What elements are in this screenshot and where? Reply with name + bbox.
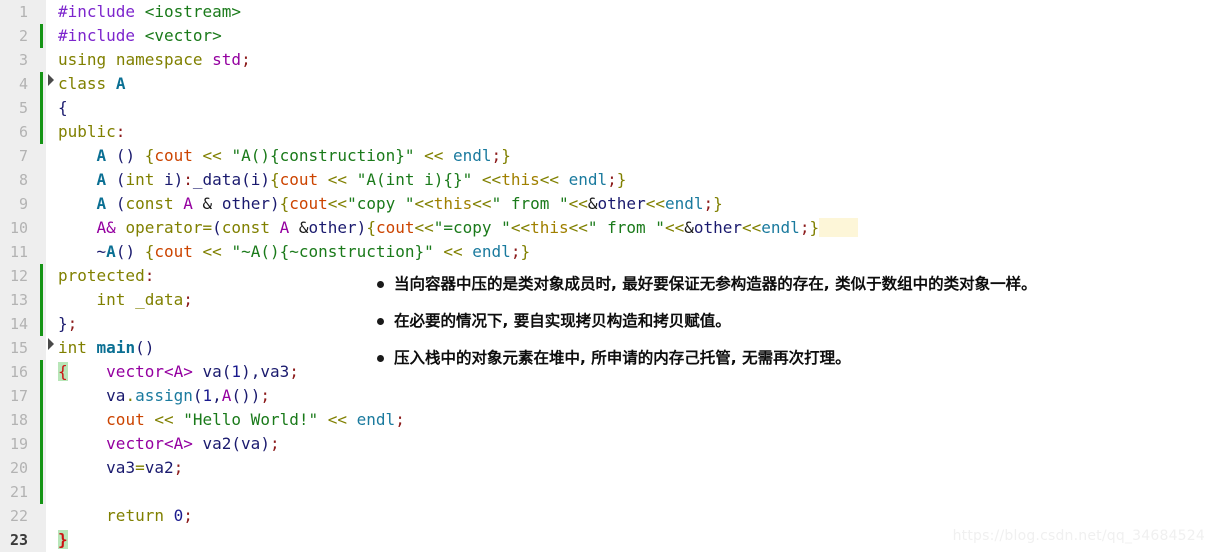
code-line-23[interactable]: } (58, 528, 68, 552)
gutter-row: 16 (0, 360, 58, 384)
code-line-2[interactable]: #include <vector> (58, 24, 222, 48)
gutter-row: 17 (0, 384, 58, 408)
bullet-dot-icon (377, 355, 384, 362)
gutter-row: 1 (0, 0, 58, 24)
line-number: 20 (9, 459, 28, 477)
code-line-13[interactable]: int _data; (58, 288, 193, 312)
gutter-row: 19 (0, 432, 58, 456)
annotation-bullet-2: 在必要的情况下, 要自实现拷贝构造和拷贝赋值。 (376, 309, 1066, 334)
code-line-15[interactable]: int main() (58, 336, 154, 360)
code-line-11[interactable]: ~A() {cout << "~A(){~construction}" << e… (58, 240, 531, 264)
bullet-dot-icon (377, 281, 384, 288)
line-number: 10 (9, 219, 28, 237)
code-line-12[interactable]: protected: (58, 264, 154, 288)
line-number: 15 (9, 339, 28, 357)
line-number: 21 (9, 483, 28, 501)
line-number: 13 (9, 291, 28, 309)
code-line-10[interactable]: A& operator=(const A &other){cout<<"=cop… (58, 216, 858, 240)
line-number: 17 (9, 387, 28, 405)
gutter-row: 22 (0, 504, 58, 528)
code-line-4[interactable]: class A (58, 72, 125, 96)
line-number: 22 (9, 507, 28, 525)
gutter-row: 15 (0, 336, 58, 360)
line-number: 18 (9, 411, 28, 429)
line-number: 12 (9, 267, 28, 285)
annotation-overlay: 当向容器中压的是类对象成员时, 最好要保证无参构造器的存在, 类似于数组中的类对… (376, 272, 1066, 381)
gutter-row: 13 (0, 288, 58, 312)
code-line-1[interactable]: #include <iostream> (58, 0, 241, 24)
gutter-row: 12 (0, 264, 58, 288)
code-line-7[interactable]: A () {cout << "A(){construction}" << end… (58, 144, 511, 168)
code-line-21[interactable] (58, 480, 68, 504)
code-line-20[interactable]: va3=va2; (58, 456, 183, 480)
line-number: 4 (18, 75, 28, 93)
line-number: 5 (18, 99, 28, 117)
gutter-row: 2 (0, 24, 58, 48)
line-number: 19 (9, 435, 28, 453)
code-editor[interactable]: 1 2 3 4 5 6 7 8 9 10 11 12 13 14 15 16 1… (0, 0, 1213, 552)
line-number: 11 (9, 243, 28, 261)
gutter-row: 9 (0, 192, 58, 216)
gutter-row: 7 (0, 144, 58, 168)
gutter-row: 23 (0, 528, 58, 552)
code-line-3[interactable]: using namespace std; (58, 48, 251, 72)
line-number-current: 23 (9, 531, 28, 549)
line-number: 6 (18, 123, 28, 141)
line-number: 9 (18, 195, 28, 213)
gutter-row: 20 (0, 456, 58, 480)
annotation-bullet-1: 当向容器中压的是类对象成员时, 最好要保证无参构造器的存在, 类似于数组中的类对… (376, 272, 1066, 297)
line-number: 14 (9, 315, 28, 333)
code-line-6[interactable]: public: (58, 120, 125, 144)
annotation-text: 在必要的情况下, 要自实现拷贝构造和拷贝赋值。 (394, 312, 731, 330)
gutter-row: 10 (0, 216, 58, 240)
watermark: https://blog.csdn.net/qq_34684524 (952, 528, 1205, 544)
gutter-row: 3 (0, 48, 58, 72)
annotation-bullet-3: 压入栈中的对象元素在堆中, 所申请的内存己托管, 无需再次打理。 (376, 346, 1066, 371)
code-line-16[interactable]: { vector<A> va(1),va3; (58, 360, 299, 384)
line-number: 7 (18, 147, 28, 165)
gutter-row: 5 (0, 96, 58, 120)
line-number: 3 (18, 51, 28, 69)
line-number: 8 (18, 171, 28, 189)
gutter-row: 11 (0, 240, 58, 264)
line-number: 1 (18, 3, 28, 21)
annotation-text: 压入栈中的对象元素在堆中, 所申请的内存己托管, 无需再次打理。 (394, 349, 851, 367)
line-number: 16 (9, 363, 28, 381)
bullet-dot-icon (377, 318, 384, 325)
code-line-17[interactable]: va.assign(1,A()); (58, 384, 270, 408)
gutter-row: 8 (0, 168, 58, 192)
gutter-row: 4 (0, 72, 58, 96)
code-line-9[interactable]: A (const A & other){cout<<"copy "<<this<… (58, 192, 723, 216)
code-line-8[interactable]: A (int i):_data(i){cout << "A(int i){}" … (58, 168, 627, 192)
gutter-row: 6 (0, 120, 58, 144)
code-line-5[interactable]: { (58, 96, 68, 120)
code-line-22[interactable]: return 0; (58, 504, 193, 528)
gutter-row: 18 (0, 408, 58, 432)
code-line-14[interactable]: }; (58, 312, 77, 336)
line-number: 2 (18, 27, 28, 45)
gutter-row: 21 (0, 480, 58, 504)
annotation-text: 当向容器中压的是类对象成员时, 最好要保证无参构造器的存在, 类似于数组中的类对… (394, 275, 1037, 293)
gutter-row: 14 (0, 312, 58, 336)
code-line-18[interactable]: cout << "Hello World!" << endl; (58, 408, 405, 432)
code-line-19[interactable]: vector<A> va2(va); (58, 432, 279, 456)
